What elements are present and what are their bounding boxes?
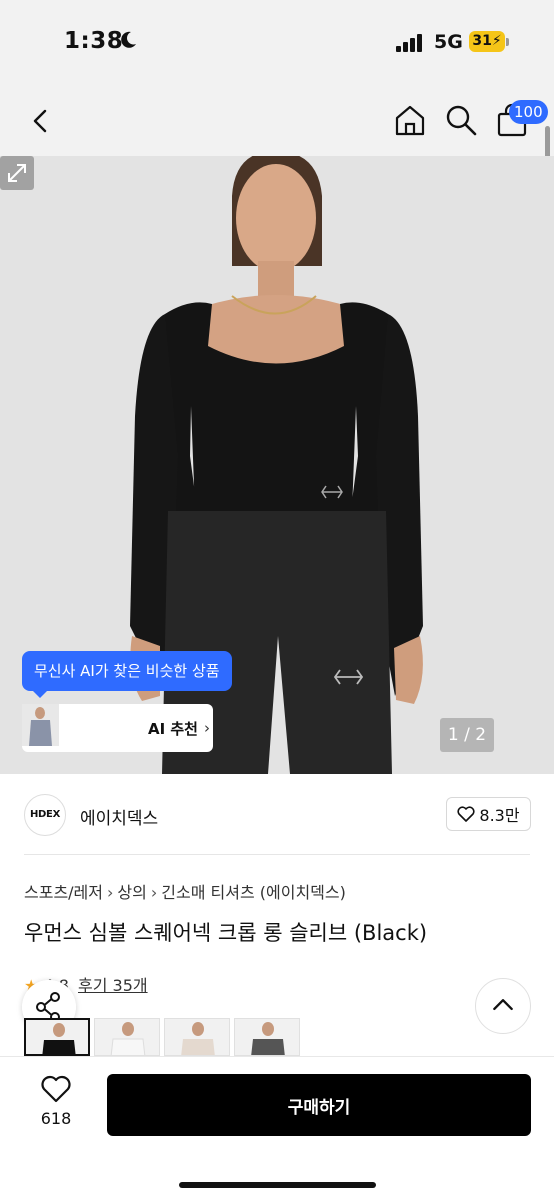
chevron-right-icon: › (203, 719, 210, 737)
ai-thumb[interactable] (22, 704, 137, 749)
divider (24, 854, 530, 855)
cart-badge: 100 (509, 100, 548, 124)
chevron-right-icon: › (150, 883, 158, 902)
breadcrumb-item[interactable]: 스포츠/레저 (24, 883, 103, 902)
brand-like-button[interactable]: 8.3만 (446, 797, 531, 831)
image-counter: 1 / 2 (440, 718, 494, 752)
breadcrumb: 스포츠/레저 › 상의 › 긴소매 티셔츠 (에이치덱스) (24, 879, 346, 903)
heart-icon (41, 1075, 71, 1103)
brand-like-count: 8.3만 (479, 806, 520, 825)
color-swatch[interactable] (234, 1018, 300, 1056)
ai-recommendation-button[interactable]: AI 추천 › (22, 704, 213, 752)
bottom-bar: 618 구매하기 (0, 1056, 554, 1200)
status-time: 1:38 (64, 28, 124, 54)
color-swatch[interactable] (24, 1018, 90, 1056)
review-link[interactable]: 후기 35개 (78, 976, 148, 995)
back-arrow-icon[interactable] (24, 104, 58, 138)
signal-icon (396, 34, 422, 52)
brand-row[interactable]: HDEX 에이치덱스 8.3만 (0, 774, 554, 856)
search-icon[interactable] (443, 102, 479, 138)
ai-tooltip-tail (32, 690, 48, 698)
ai-tooltip[interactable]: 무신사 AI가 찾은 비슷한 상품 (22, 651, 232, 691)
expand-icon[interactable] (0, 156, 34, 190)
nav-bar (0, 86, 554, 156)
product-image[interactable]: 무신사 AI가 찾은 비슷한 상품 AI 추천 › 1 / 2 (0, 156, 554, 774)
wishlist-count: 618 (40, 1109, 72, 1128)
home-icon[interactable] (392, 102, 428, 138)
chevron-right-icon: › (107, 883, 114, 902)
home-indicator[interactable] (179, 1182, 376, 1188)
battery-level: 31 (472, 33, 492, 49)
battery-icon: 31⚡ (469, 31, 505, 52)
color-swatches (24, 1018, 304, 1056)
scroll-top-icon[interactable] (475, 978, 531, 1034)
brand-name[interactable]: 에이치덱스 (80, 804, 158, 829)
color-swatch[interactable] (164, 1018, 230, 1056)
ai-rec-label: AI 추천 (147, 719, 198, 738)
battery-cap (506, 38, 509, 46)
ai-thumb[interactable] (22, 704, 100, 749)
moon-icon (121, 31, 136, 48)
wishlist-button[interactable]: 618 (30, 1075, 82, 1135)
heart-icon (457, 806, 475, 822)
buy-button[interactable]: 구매하기 (107, 1074, 531, 1136)
product-title: 우먼스 심볼 스퀘어넥 크롭 롱 슬리브 (Black) (24, 921, 428, 945)
breadcrumb-item[interactable]: 상의 (117, 883, 146, 902)
color-swatch[interactable] (94, 1018, 160, 1056)
network-label: 5G (434, 31, 463, 53)
status-bar: 1:38 5G 31⚡ (0, 0, 554, 86)
breadcrumb-item[interactable]: 긴소매 티셔츠 (에이치덱스) (161, 883, 346, 902)
brand-logo[interactable]: HDEX (24, 794, 66, 836)
